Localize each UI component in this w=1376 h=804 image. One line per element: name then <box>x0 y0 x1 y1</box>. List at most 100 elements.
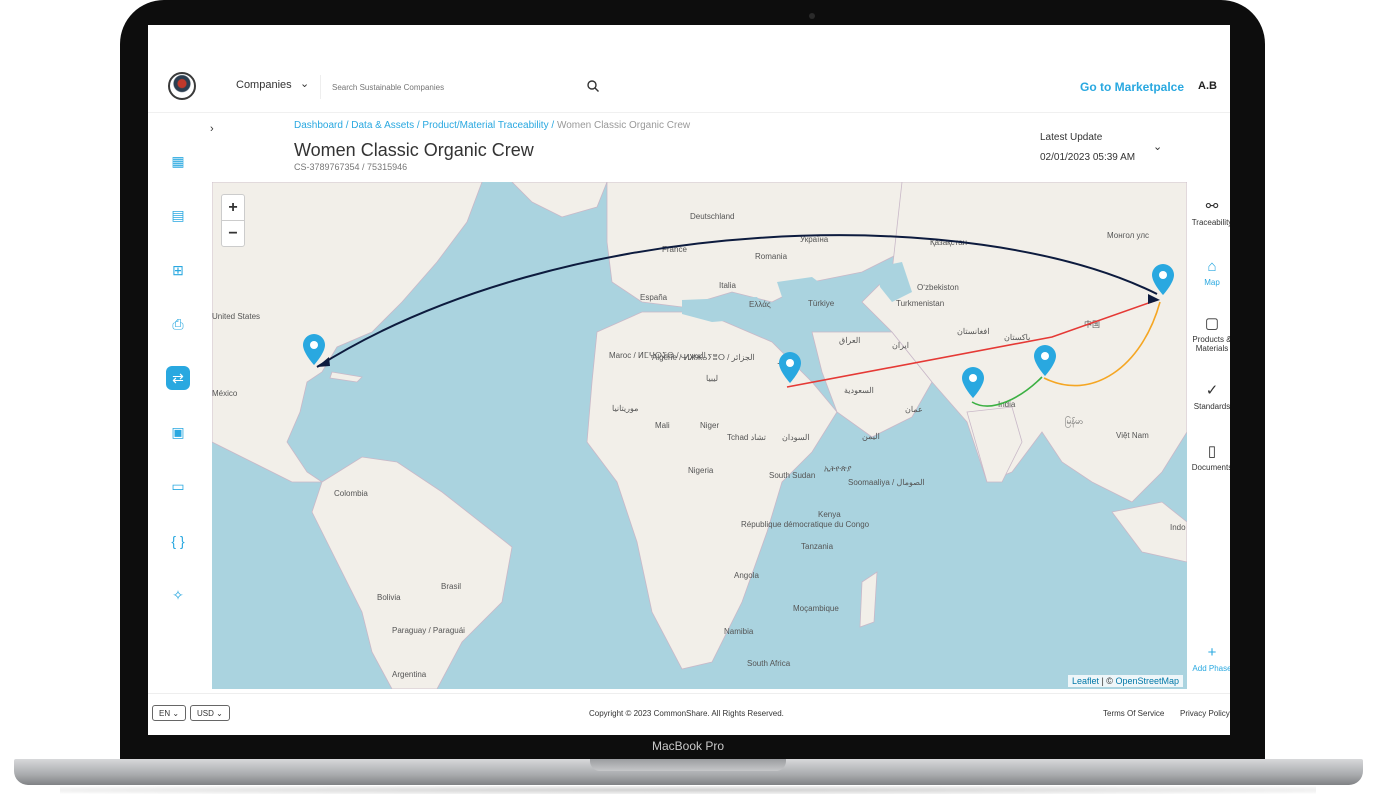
world-map: Deutschland France España Italia Україна… <box>212 182 1187 689</box>
network-icon: ⚯ <box>1205 198 1219 215</box>
go-to-marketplace-link[interactable]: Go to Marketpalce <box>1080 80 1184 94</box>
map-label: Angola <box>734 571 759 580</box>
privacy-link[interactable]: Privacy Policy <box>1180 709 1230 718</box>
map-label: ایران <box>892 341 909 350</box>
documents-tab[interactable]: ▯ Documents <box>1187 442 1230 472</box>
map-label: Tchad تشاد <box>727 433 766 442</box>
zoom-out-button[interactable]: − <box>222 221 244 247</box>
tab-label: Map <box>1204 278 1220 287</box>
map-label: Niger <box>700 421 719 430</box>
map-label: Việt Nam <box>1116 431 1149 440</box>
attribution-separator: | © <box>1098 676 1116 686</box>
chevron-down-icon[interactable]: ⌄ <box>1153 140 1162 153</box>
check-badge-icon: ✓ <box>1205 382 1219 399</box>
building-icon[interactable]: ▤ <box>166 203 190 227</box>
chat-icon[interactable]: ▭ <box>166 474 190 498</box>
breadcrumb-item[interactable]: Data & Assets <box>351 120 414 131</box>
laptop-frame: MacBook Pro Companies ⌄ Go to Marketpalc… <box>0 0 1376 804</box>
search-input[interactable] <box>332 75 604 99</box>
openstreetmap-link[interactable]: OpenStreetMap <box>1115 676 1179 686</box>
search-icon[interactable] <box>586 79 600 93</box>
base-notch <box>590 759 786 771</box>
map-label: Algérie / ⵍⵣⵣⴰⵢⴻⵔ / الجزائر <box>652 353 755 362</box>
map-label: ኢትዮጵያ <box>824 464 852 473</box>
map-label: Namibia <box>724 627 754 636</box>
language-select[interactable]: EN ⌄ <box>152 705 187 721</box>
sparkle-icon[interactable]: ✧ <box>166 583 190 607</box>
add-phase-button[interactable]: + Add Phase <box>1187 644 1230 673</box>
traceability-arrows-icon[interactable]: ⇄ <box>166 366 190 390</box>
products-materials-tab[interactable]: ▢ Products & Materials <box>1187 314 1230 353</box>
camera-dot <box>809 13 815 19</box>
device-model-label: MacBook Pro <box>651 739 725 753</box>
map-label: پاکستان <box>1004 333 1030 342</box>
document-icon: ▯ <box>1207 443 1217 460</box>
tab-label: Standards <box>1193 402 1230 411</box>
org-chart-icon[interactable]: ⊞ <box>166 258 190 282</box>
tab-label: Traceability <box>1191 218 1230 227</box>
map-label: South Sudan <box>769 471 815 480</box>
app-screen: Companies ⌄ Go to Marketpalce A.B ▦ ▤ ⊞ … <box>148 25 1230 735</box>
right-sidebar: ⚯ Traceability ⌂ Map ▢ Products & Materials… <box>1187 182 1230 689</box>
standards-tab[interactable]: ✓ Standards <box>1187 381 1230 411</box>
zoom-control: + − <box>221 194 245 247</box>
map-label: عمان <box>905 405 923 414</box>
map-label: United States <box>212 312 260 321</box>
language-value: EN <box>159 709 171 718</box>
map-view[interactable]: Deutschland France España Italia Україна… <box>212 182 1187 689</box>
map-label: Türkiye <box>808 299 835 308</box>
map-label: Bolivia <box>377 593 401 602</box>
map-label: Kenya <box>818 510 841 519</box>
map-tab[interactable]: ⌂ Map <box>1187 258 1230 287</box>
page-subtitle: CS-3789767354 / 75315946 <box>294 162 408 172</box>
companies-label: Companies <box>236 79 292 91</box>
map-label: Turkmenistan <box>896 299 944 308</box>
map-label: République démocratique du Congo <box>741 520 870 529</box>
breadcrumb: Dashboard / Data & Assets / Product/Mate… <box>294 120 691 131</box>
top-bar: Companies ⌄ Go to Marketpalce A.B <box>148 61 1230 113</box>
page-title: Women Classic Organic Crew <box>294 140 534 160</box>
map-label: Oʻzbekiston <box>917 283 959 292</box>
map-label: Mali <box>655 421 670 430</box>
plus-icon: + <box>1207 644 1217 661</box>
currency-select[interactable]: USD ⌄ <box>190 705 230 721</box>
map-label: Italia <box>719 281 736 290</box>
map-label: اليمن <box>862 432 880 441</box>
currency-value: USD <box>197 709 214 718</box>
map-label: Colombia <box>334 489 368 498</box>
tab-label: Documents <box>1191 463 1230 472</box>
add-phase-label: Add Phase <box>1192 664 1230 673</box>
divider <box>320 75 321 99</box>
terms-link[interactable]: Terms Of Service <box>1103 709 1164 718</box>
company-logo[interactable] <box>168 72 196 100</box>
newspaper-icon[interactable]: ▣ <box>166 420 190 444</box>
map-label: South Africa <box>747 659 791 668</box>
companies-dropdown[interactable]: Companies ⌄ <box>236 78 309 91</box>
breadcrumb-item[interactable]: Dashboard <box>294 120 343 131</box>
breadcrumb-item[interactable]: Product/Material Traceability <box>422 120 548 131</box>
code-braces-icon[interactable]: { } <box>166 529 190 553</box>
footer: EN ⌄ USD ⌄ Copyright © 2023 CommonShare.… <box>148 693 1230 735</box>
map-icon: ⌂ <box>1207 258 1217 275</box>
map-label: Tanzania <box>801 542 834 551</box>
map-label: ليبيا <box>706 374 718 383</box>
zoom-in-button[interactable]: + <box>222 195 244 221</box>
base-shadow <box>60 786 1316 794</box>
leaflet-link[interactable]: Leaflet <box>1072 676 1099 686</box>
traceability-tab[interactable]: ⚯ Traceability <box>1187 197 1230 227</box>
box-icon: ▢ <box>1204 315 1220 332</box>
map-label: España <box>640 293 668 302</box>
chevron-right-icon[interactable]: › <box>210 123 214 135</box>
user-avatar-initials[interactable]: A.B <box>1198 80 1217 92</box>
map-label: السعودية <box>844 386 874 395</box>
map-label: Romania <box>755 252 788 261</box>
latest-update-value: 02/01/2023 05:39 AM <box>1040 152 1136 163</box>
dashboard-icon[interactable]: ▦ <box>166 149 190 173</box>
map-label: Moçambique <box>793 604 839 613</box>
map-label: العراق <box>839 336 860 345</box>
chevron-down-icon: ⌄ <box>300 78 310 90</box>
map-label: Soomaaliya / الصومال <box>848 478 925 487</box>
document-search-icon[interactable]: ⎙ <box>166 312 190 336</box>
map-label: Brasil <box>441 582 461 591</box>
map-label: Paraguay / Paraguái <box>392 626 465 635</box>
